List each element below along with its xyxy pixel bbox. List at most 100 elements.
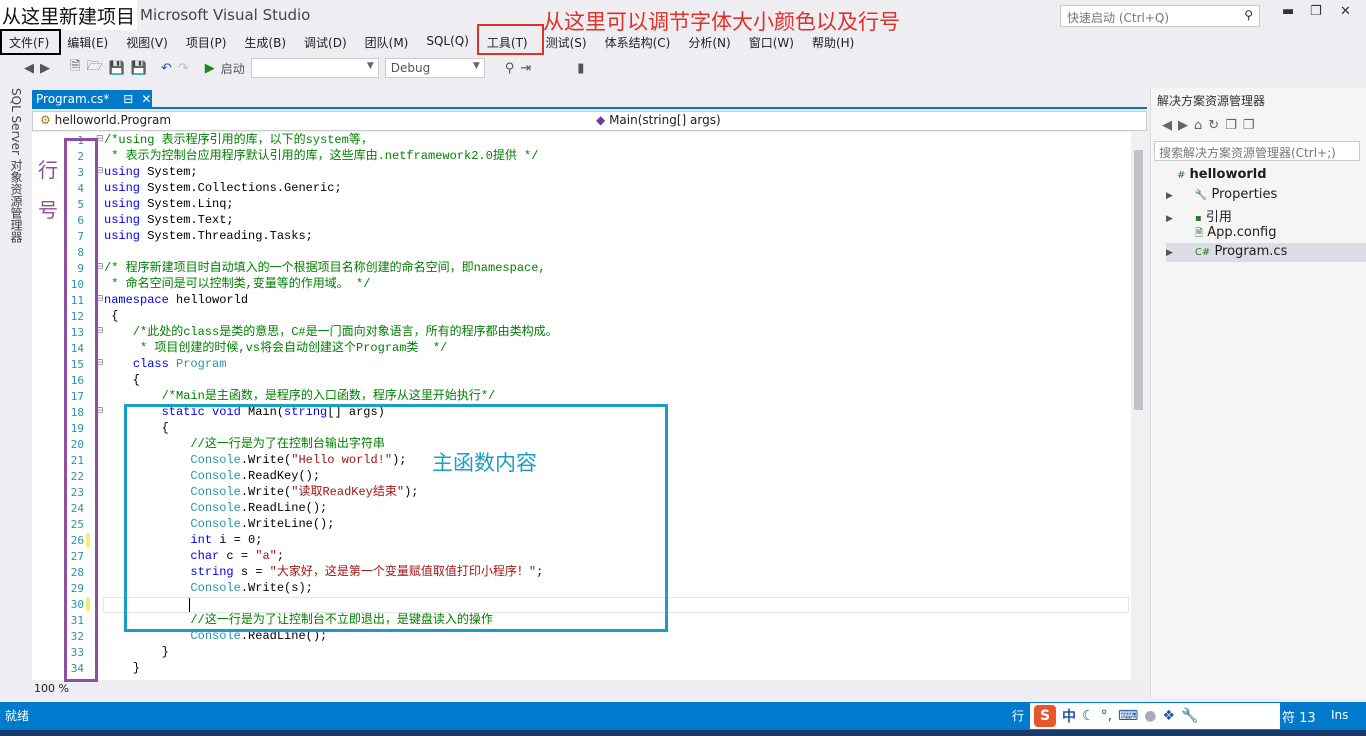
window-title: Microsoft Visual Studio [140, 6, 311, 24]
config-file-icon: 🗎 [1195, 228, 1204, 239]
solution-item-label: Properties [1211, 187, 1278, 202]
expand-arrow-icon[interactable]: ▶ [1166, 248, 1173, 258]
save-all-icon[interactable]: 💾 [131, 61, 147, 76]
expand-arrow-icon[interactable]: ▶ [1166, 191, 1173, 201]
code-token: namespace [104, 293, 169, 307]
new-project-icon[interactable]: 🗎 [70, 57, 80, 79]
solution-item[interactable]: 🗎 App.config [1166, 224, 1366, 243]
type-dropdown-value: helloworld.Program [54, 113, 172, 127]
close-tab-icon[interactable]: ✕ [141, 92, 151, 106]
code-token: System.Text; [140, 213, 234, 227]
code-token: Program [176, 357, 227, 371]
code-line[interactable]: using System.Collections.Generic; [104, 180, 342, 196]
forward-icon[interactable]: ▶ [40, 61, 50, 76]
code-line[interactable]: * 命名空间是可以控制类,变量等的作用域。 */ [104, 276, 370, 292]
keyboard-icon[interactable]: ⌨ [1118, 708, 1138, 724]
code-line[interactable]: using System; [104, 164, 198, 180]
solution-item[interactable]: ▶ 🔧 Properties [1166, 186, 1366, 205]
sogou-logo-icon: S [1034, 705, 1056, 727]
annotation-main-body-note: 主函数内容 [432, 451, 537, 475]
member-dropdown-value: Main(string[] args) [609, 113, 721, 127]
solution-item[interactable]: ▶ ▪ 引用 [1166, 205, 1366, 225]
start-icon[interactable]: ▶ [205, 61, 215, 76]
open-icon[interactable]: 🗁 [86, 57, 102, 79]
code-token: using [104, 181, 141, 195]
code-token: /*Main是主函数，是程序的入口函数，程序从这里开始执行*/ [104, 389, 496, 403]
solution-item-label: App.config [1207, 225, 1277, 240]
solution-item[interactable]: ▶ C# Program.cs [1166, 243, 1366, 262]
configuration-combo[interactable]: Debug ▼ [384, 58, 485, 78]
solution-item[interactable]: # helloworld [1166, 166, 1366, 185]
annotation-tools-note: 从这里可以调节字体大小颜色以及行号 [543, 10, 900, 34]
bookmark-icon[interactable]: ▮ [577, 61, 584, 76]
class-icon: ⚙ [40, 113, 51, 127]
code-line[interactable]: /*using 表示程序引用的库，以下的system等， [104, 132, 373, 148]
code-token: using [104, 213, 141, 227]
tab-label: Program.cs* [36, 92, 110, 106]
type-dropdown[interactable]: ⚙ helloworld.Program [36, 111, 588, 131]
quick-launch-input[interactable]: 快速启动 (Ctrl+Q) ⚲ [1060, 5, 1260, 27]
start-button[interactable]: 启动 [221, 60, 245, 77]
code-token: * 命名空间是可以控制类,变量等的作用域。 */ [104, 277, 371, 291]
solution-toolbar-icons[interactable]: ◀▶⌂↻❐❐ [1162, 118, 1260, 133]
windows-taskbar [0, 730, 1366, 736]
solution-explorer-title: 解决方案资源管理器 [1157, 94, 1266, 108]
back-icon[interactable]: ◀ [24, 61, 34, 76]
indent-icon[interactable]: ⇥ [520, 61, 531, 76]
code-token: class [132, 357, 169, 371]
horizontal-scrollbar[interactable] [32, 681, 1147, 698]
code-line[interactable]: class Program [104, 356, 227, 372]
annotation-tools-box [477, 24, 544, 55]
undo-icon[interactable]: ↶ [161, 61, 172, 76]
solution-search-input[interactable]: 搜索解决方案资源管理器(Ctrl+;) [1154, 141, 1360, 161]
code-token: using [104, 229, 141, 243]
code-line[interactable]: using System.Threading.Tasks; [104, 228, 313, 244]
menu-7[interactable]: SQL(Q) [417, 30, 478, 54]
code-line[interactable]: using System.Linq; [104, 196, 234, 212]
member-dropdown[interactable]: ◆ Main(string[] args) [592, 111, 1142, 131]
pin-icon[interactable]: ⊟ [123, 92, 133, 106]
csharp-project-icon: # [1177, 170, 1186, 181]
wrench-icon[interactable]: 🔧 [1181, 708, 1198, 724]
scrollbar-thumb[interactable] [1134, 150, 1143, 410]
tab-program-cs[interactable]: Program.cs* ⊟ ✕ [32, 90, 152, 109]
platform-combo[interactable]: ▼ [250, 58, 379, 78]
code-line[interactable]: using System.Text; [104, 212, 234, 228]
menu-3[interactable]: 项目(P) [177, 30, 236, 54]
find-icon[interactable]: ⚲ [505, 61, 515, 76]
ime-chinese-mode[interactable]: 中 [1062, 706, 1076, 726]
code-line[interactable]: /*此处的class是类的意思，C#是一门面向对象语言，所有的程序都由类构成。 [104, 324, 558, 340]
menu-2[interactable]: 视图(V) [117, 30, 177, 54]
code-line[interactable]: * 项目创建的时候,vs将会自动创建这个Program类 */ [104, 340, 447, 356]
menu-5[interactable]: 调试(D) [295, 30, 356, 54]
punctuation-icon[interactable]: °, [1101, 708, 1112, 724]
sql-server-object-explorer-tab[interactable]: SQL Server 对象资源管理器 [0, 84, 30, 684]
code-line[interactable]: } [104, 644, 169, 660]
code-line[interactable]: /*Main是主函数，是程序的入口函数，程序从这里开始执行*/ [104, 388, 496, 404]
maximize-button[interactable]: ❐ [1310, 4, 1322, 19]
save-icon[interactable]: 💾 [109, 61, 125, 76]
minimize-button[interactable]: ▬ [1282, 4, 1294, 19]
menu-6[interactable]: 团队(M) [356, 30, 418, 54]
redo-icon[interactable]: ↷ [178, 61, 189, 76]
close-button[interactable]: ✕ [1340, 4, 1351, 19]
code-line[interactable]: * 表示为控制台应用程序默认引用的库，这些库由.netframework2.0提… [104, 148, 538, 164]
char-position: 符 13 [1282, 711, 1316, 726]
ime-toolbar[interactable]: S 中 ☾ °, ⌨ ● ❖ 🔧 [1030, 703, 1280, 729]
user-icon[interactable]: ● [1144, 708, 1156, 724]
code-line[interactable]: } [104, 660, 140, 676]
moon-icon[interactable]: ☾ [1082, 708, 1095, 724]
expand-arrow-icon[interactable]: ▶ [1166, 214, 1173, 224]
code-token: * 项目创建的时候,vs将会自动创建这个Program类 */ [104, 341, 448, 355]
menu-4[interactable]: 生成(B) [235, 30, 295, 54]
left-strip-label: SQL Server 对象资源管理器 [9, 88, 23, 243]
zoom-level[interactable]: 100 % [34, 682, 69, 695]
code-line[interactable]: { [104, 308, 118, 324]
code-line[interactable]: namespace helloworld [104, 292, 248, 308]
skin-shirt-icon[interactable]: ❖ [1162, 708, 1175, 724]
code-line[interactable]: { [104, 372, 140, 388]
menu-1[interactable]: 编辑(E) [58, 30, 117, 54]
code-line[interactable]: /* 程序新建项目时自动填入的一个根据项目名称创建的命名空间，即namespac… [104, 260, 546, 276]
code-token: System; [140, 165, 198, 179]
configuration-value: Debug [390, 61, 431, 75]
